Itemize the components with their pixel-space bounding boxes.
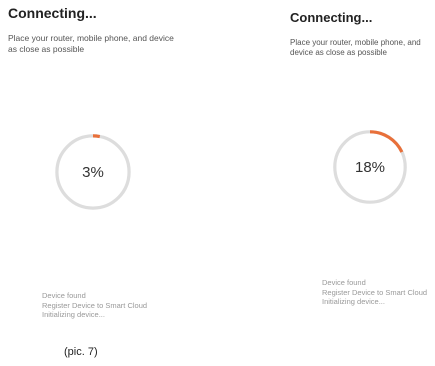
page-title: Connecting... [8,5,97,21]
progress-percent-label: 18% [354,158,386,176]
status-step-initializing: Initializing device... [322,297,385,306]
instruction-text: Place your router, mobile phone, and dev… [8,33,174,54]
progress-percent-label: 3% [82,163,104,181]
connecting-screen-left: Connecting... Place your router, mobile … [0,0,210,366]
status-step-register-cloud: Register Device to Smart Cloud [42,300,148,310]
status-step-device-found: Device found [322,278,366,287]
instruction-text: Place your router, mobile phone, and dev… [290,38,421,57]
progress-ring: 18% [330,127,410,207]
progress-ring: 3% [52,131,134,213]
status-steps-list: Device found Register Device to Smart Cl… [322,278,427,307]
page-title: Connecting... [290,10,373,25]
status-step-initializing: Initializing device... [42,310,105,319]
status-steps-list: Device found Register Device to Smart Cl… [42,291,147,320]
status-step-device-found: Device found [42,291,86,300]
status-step-register-cloud: Register Device to Smart Cloud [322,287,428,297]
figure-caption: (pic. 7) [64,346,98,358]
connecting-screen-right: Connecting... Place your router, mobile … [280,0,435,366]
